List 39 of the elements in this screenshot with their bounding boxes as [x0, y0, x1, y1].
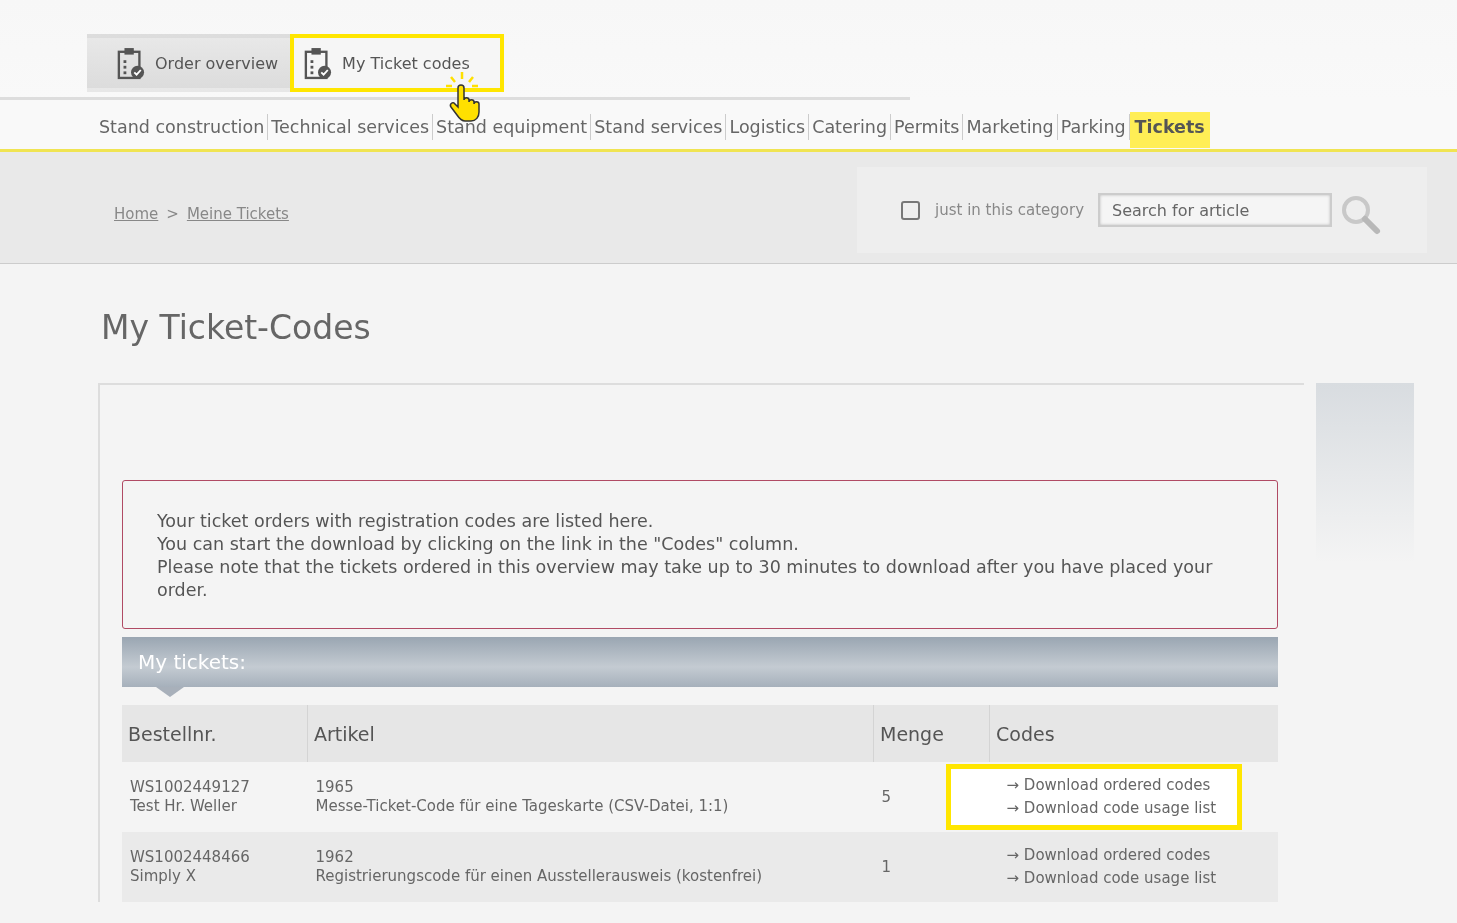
clipboard-check-icon — [117, 46, 145, 80]
nav-item[interactable]: Marketing — [963, 112, 1057, 148]
table-cell: 1965 Messe-Ticket-Code für eine Tageskarte (CSV-Datei, 1:1) — [307, 762, 874, 832]
tab-label: Order overview — [155, 53, 279, 73]
section-title: My tickets: — [138, 650, 247, 674]
column-header: Artikel — [307, 705, 874, 762]
nav-item[interactable]: Parking — [1057, 112, 1129, 148]
download-link[interactable]: → Download code usage list — [1006, 797, 1237, 820]
table-cell: WS1002448466 Simply X — [122, 832, 308, 902]
nav-item[interactable]: Permits — [891, 112, 963, 148]
column-header: Bestellnr. — [122, 705, 308, 762]
table-cell: 1962 Registrierungscode für einen Ausstellerausweis (kostenfrei) — [307, 832, 874, 902]
download-link[interactable]: → Download ordered codes — [1006, 774, 1237, 797]
breadcrumb-link[interactable]: Home — [114, 205, 159, 223]
checkbox[interactable] — [901, 200, 920, 220]
download-link[interactable]: → Download code usage list — [1006, 867, 1237, 890]
notice-text: You can start the download by clicking on the link in the "Codes" column. — [157, 533, 800, 556]
notice-text: Your ticket orders with registration codes are listed here. — [157, 510, 655, 533]
tab-label: My Ticket codes — [342, 53, 470, 73]
page-title: My Ticket-Codes — [101, 308, 372, 347]
nav-item[interactable]: Tickets — [1129, 112, 1210, 148]
table-cell: 1 — [873, 832, 990, 902]
column-header: Codes — [989, 705, 1278, 762]
nav-item[interactable]: Catering — [809, 112, 890, 148]
top-tab[interactable]: Order overview — [87, 34, 291, 92]
clipboard-check-icon — [304, 46, 333, 80]
notice-text: Please note that the tickets ordered in this overview may take up to 30 minutes to download after you have placed your order. — [157, 556, 1214, 602]
nav-item[interactable]: Logistics — [726, 112, 809, 148]
nav-item[interactable]: Stand services — [591, 112, 726, 148]
breadcrumb-separator: > — [166, 205, 179, 223]
checkbox-label: just in this category — [935, 201, 1084, 219]
nav-item[interactable]: Technical services — [268, 112, 433, 148]
nav-item[interactable]: Stand equipment — [433, 112, 591, 148]
table-cell: WS1002449127 Test Hr. Weller — [122, 762, 308, 832]
download-link[interactable]: → Download ordered codes — [1006, 844, 1237, 867]
nav-item[interactable]: Stand construction — [96, 112, 268, 148]
breadcrumb-link[interactable]: Meine Tickets — [186, 205, 289, 223]
search-field[interactable]: Search for article — [1098, 193, 1332, 227]
column-header: Menge — [873, 705, 990, 762]
